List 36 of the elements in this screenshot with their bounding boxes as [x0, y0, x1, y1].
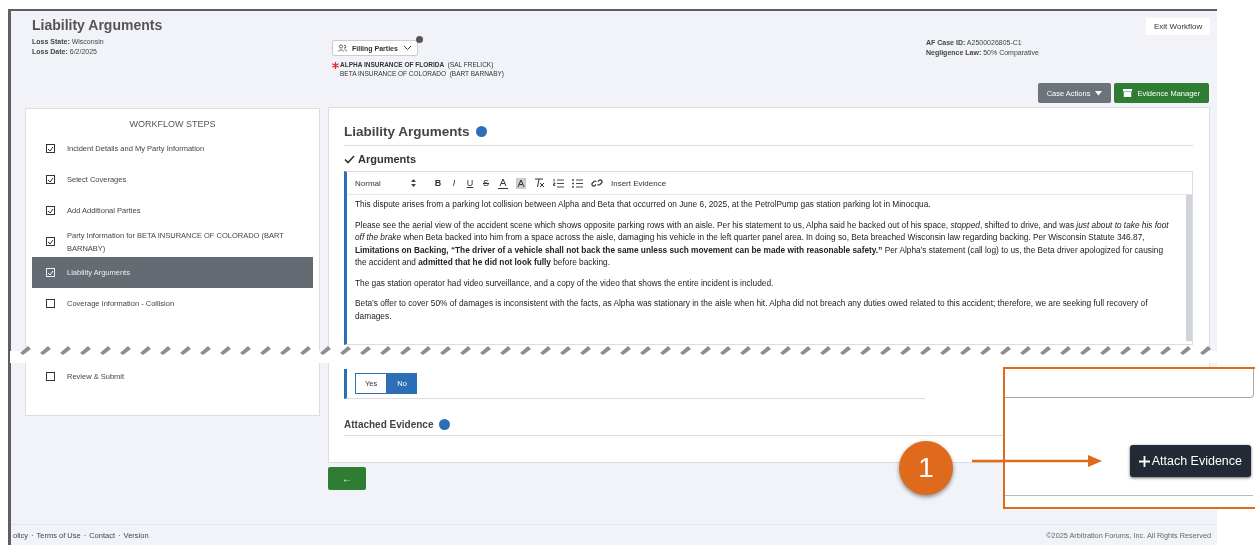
chevron-down-icon: [402, 45, 412, 51]
sort-arrows-icon[interactable]: [411, 179, 416, 187]
exit-workflow-button[interactable]: Exit Workflow: [1146, 18, 1211, 35]
format-mark-button[interactable]: U: [466, 178, 474, 188]
people-icon: [338, 44, 347, 52]
format-mark-button[interactable]: I: [450, 178, 458, 188]
link-icon[interactable]: [591, 178, 603, 188]
section-title: Liability Arguments: [344, 124, 470, 139]
insert-evidence-button[interactable]: Insert Evidence: [611, 178, 667, 188]
rich-text-editor[interactable]: [344, 171, 1193, 345]
attach-evidence-button[interactable]: Attach Evidence: [1129, 445, 1251, 477]
help-icon: [439, 419, 451, 430]
argument-paragraph: This dispute arises from a parking lot collision between Alpha and Beta that occurred on June 6, 2025, at the PetrolPump gas station parking lot in Minocqua.: [355, 198, 932, 211]
archive-box-icon: [1123, 89, 1133, 97]
argument-paragraph: The gas station operator had video surveillance, and a copy of the video that shows the entire incident is included.: [355, 276, 775, 289]
input-field[interactable]: [1005, 369, 1254, 398]
format-mark-button[interactable]: S: [482, 178, 490, 188]
workflow-title: WORKFLOW STEPS: [128, 119, 217, 129]
subsection-title: Arguments: [358, 153, 417, 165]
format-mark-button[interactable]: B: [434, 178, 442, 188]
argument-paragraph: Beta’s offer to cover 50% of damages is inconsistent with the facts, as Alpha was stationary in the aisle when hit. Alpha did not breach any duties owed related to this accident; therefore, we are seeking full recovery of damages.: [355, 297, 1149, 322]
argument-paragraph: Please see the aerial view of the accident scene which shows opposite parking rows with an aisle. Per his statement to us, Alpha said he backed out of his space, stopped, shifted to drive, and was just about to take his foot off the brake when Beta backed into him from a space across the aisle, damaging his vehicle in the left quarter panel area. In doing so, Beta breached Wisconsin law regarding backing. Per Wisconsin Statute 346.87, Limitations on Backing, “The driver of a vehicle shall not back the same unless such movement can be made with reasonable safety.” Per Alpha’s statement (call log) to us, the Beta driver apologized for causing the accident and admitted that he did not look fully before backing.: [355, 218, 1170, 269]
help-badge-icon: [415, 36, 423, 43]
text-color-icon[interactable]: [498, 177, 508, 189]
clear-format-icon[interactable]: [534, 178, 545, 188]
caret-down-icon: [1095, 90, 1103, 96]
format-select[interactable]: Normal: [355, 178, 403, 188]
check-icon: [344, 154, 355, 164]
page-title: Liability Arguments: [32, 17, 164, 33]
plus-icon: [1138, 455, 1150, 467]
evidence-title: Attached Evidence: [344, 419, 434, 430]
highlight-icon[interactable]: [516, 177, 526, 189]
back-button[interactable]: ←: [328, 467, 366, 490]
help-icon: [475, 126, 487, 137]
ordered-list-icon[interactable]: [553, 178, 564, 188]
bullet-list-icon[interactable]: [572, 178, 583, 188]
